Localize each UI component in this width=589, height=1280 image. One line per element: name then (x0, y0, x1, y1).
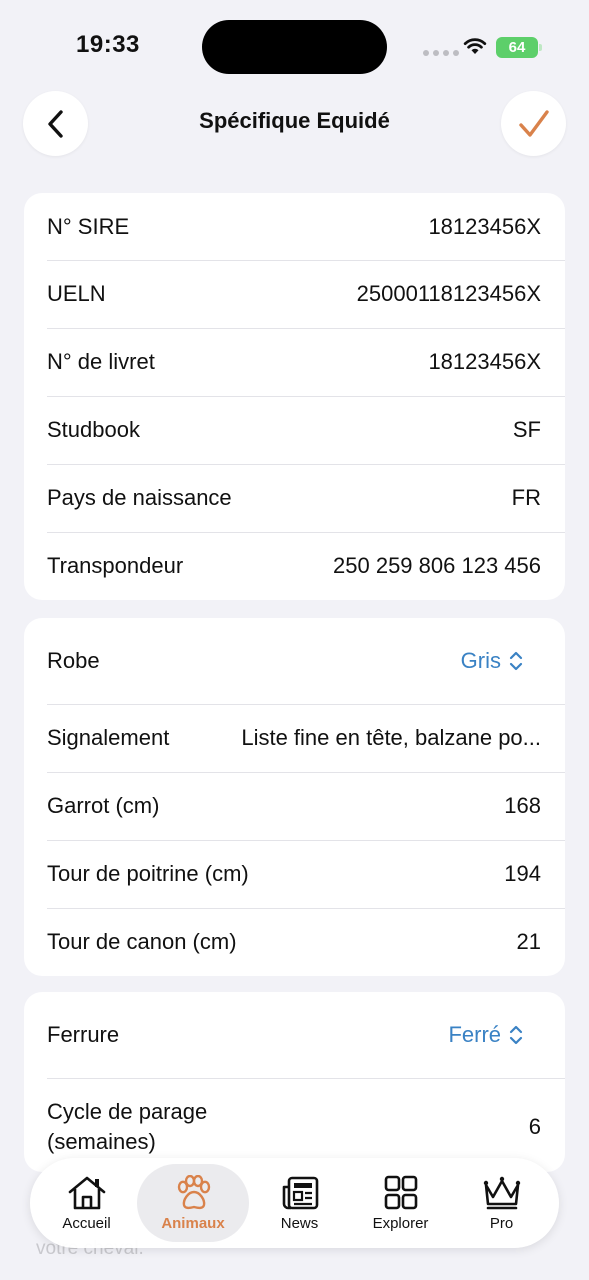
dynamic-island (202, 20, 387, 74)
transponder-value: 250 259 806 123 456 (333, 553, 541, 578)
studbook-label: Studbook (47, 417, 140, 442)
tab-explorer[interactable]: Explorer (350, 1164, 451, 1242)
cellular-signal-icon (423, 50, 459, 56)
poitrine-row[interactable]: Tour de poitrine (cm) 194 (24, 840, 565, 908)
garrot-value: 168 (504, 793, 541, 818)
status-time: 19:33 (76, 31, 140, 58)
livret-row[interactable]: N° de livret 18123456X (24, 328, 565, 396)
birth-country-value: FR (511, 485, 541, 510)
tab-label: Pro (489, 1214, 514, 1232)
ferrure-value: Ferré (448, 1022, 501, 1047)
cycle-label-line2: (semaines) (47, 1129, 156, 1154)
battery-indicator: 64 (496, 37, 542, 58)
sire-value: 18123456X (428, 213, 541, 239)
grid-icon (384, 1175, 417, 1209)
tab-animaux[interactable]: Animaux (137, 1164, 249, 1242)
transponder-row[interactable]: Transpondeur 250 259 806 123 456 (24, 532, 565, 600)
tab-label: News (280, 1214, 319, 1232)
robe-row: Robe Gris (24, 618, 565, 704)
birth-country-row[interactable]: Pays de naissance FR (24, 464, 565, 532)
ueln-value: 25000118123456X (356, 281, 541, 306)
signalement-row[interactable]: Signalement Liste fine en tête, balzane … (24, 704, 565, 772)
cycle-label: Cycle de parage (semaines) (47, 1097, 207, 1157)
hoof-card: Ferrure Ferré Cycle de parage (semaines)… (24, 992, 565, 1172)
robe-label: Robe (47, 648, 100, 673)
sire-row[interactable]: N° SIRE 18123456X (24, 193, 565, 260)
livret-label: N° de livret (47, 349, 155, 374)
chevron-up-down-icon (509, 651, 523, 671)
birth-country-label: Pays de naissance (47, 485, 232, 510)
tab-news[interactable]: News (249, 1164, 350, 1242)
crown-icon (483, 1176, 520, 1209)
cycle-label-line1: Cycle de parage (47, 1099, 208, 1124)
cycle-value: 6 (528, 1114, 541, 1139)
identification-card: N° SIRE 18123456X UELN 25000118123456X N… (24, 193, 565, 600)
sire-label: N° SIRE (47, 213, 130, 239)
status-bar: 19:33 64 (0, 0, 589, 90)
signalement-value: Liste fine en tête, balzane po... (241, 725, 541, 750)
tab-label: Accueil (62, 1214, 111, 1232)
studbook-row[interactable]: Studbook SF (24, 396, 565, 464)
tab-label: Animaux (161, 1214, 225, 1232)
garrot-row[interactable]: Garrot (cm) 168 (24, 772, 565, 840)
ferrure-row: Ferrure Ferré (24, 992, 565, 1078)
ferrure-picker[interactable]: Ferré (448, 1022, 523, 1048)
tab-pro[interactable]: Pro (451, 1164, 552, 1242)
robe-picker[interactable]: Gris (461, 648, 523, 674)
ferrure-label: Ferrure (47, 1022, 120, 1047)
confirm-button[interactable] (501, 91, 566, 156)
livret-value: 18123456X (428, 349, 541, 374)
ueln-row[interactable]: UELN 25000118123456X (24, 260, 565, 328)
canon-label: Tour de canon (cm) (47, 929, 237, 954)
tab-accueil[interactable]: Accueil (36, 1164, 137, 1242)
studbook-value: SF (512, 417, 541, 442)
newspaper-icon (282, 1176, 318, 1209)
checkmark-icon (518, 109, 549, 137)
robe-value: Gris (460, 648, 501, 673)
canon-value: 21 (516, 929, 541, 954)
home-icon (68, 1176, 105, 1209)
poitrine-value: 194 (504, 861, 541, 886)
garrot-label: Garrot (cm) (47, 793, 160, 818)
ueln-label: UELN (47, 281, 106, 306)
wifi-icon (463, 38, 487, 54)
physical-card: Robe Gris Signalement Liste fine en tête… (24, 618, 565, 976)
poitrine-label: Tour de poitrine (cm) (47, 861, 249, 886)
canon-row[interactable]: Tour de canon (cm) 21 (24, 908, 565, 976)
transponder-label: Transpondeur (47, 553, 184, 578)
tab-bar: Accueil Animaux News Explorer Pro (30, 1158, 559, 1248)
paw-icon (177, 1174, 211, 1209)
tab-label: Explorer (372, 1214, 429, 1232)
chevron-up-down-icon (509, 1025, 523, 1045)
signalement-label: Signalement (47, 725, 170, 750)
